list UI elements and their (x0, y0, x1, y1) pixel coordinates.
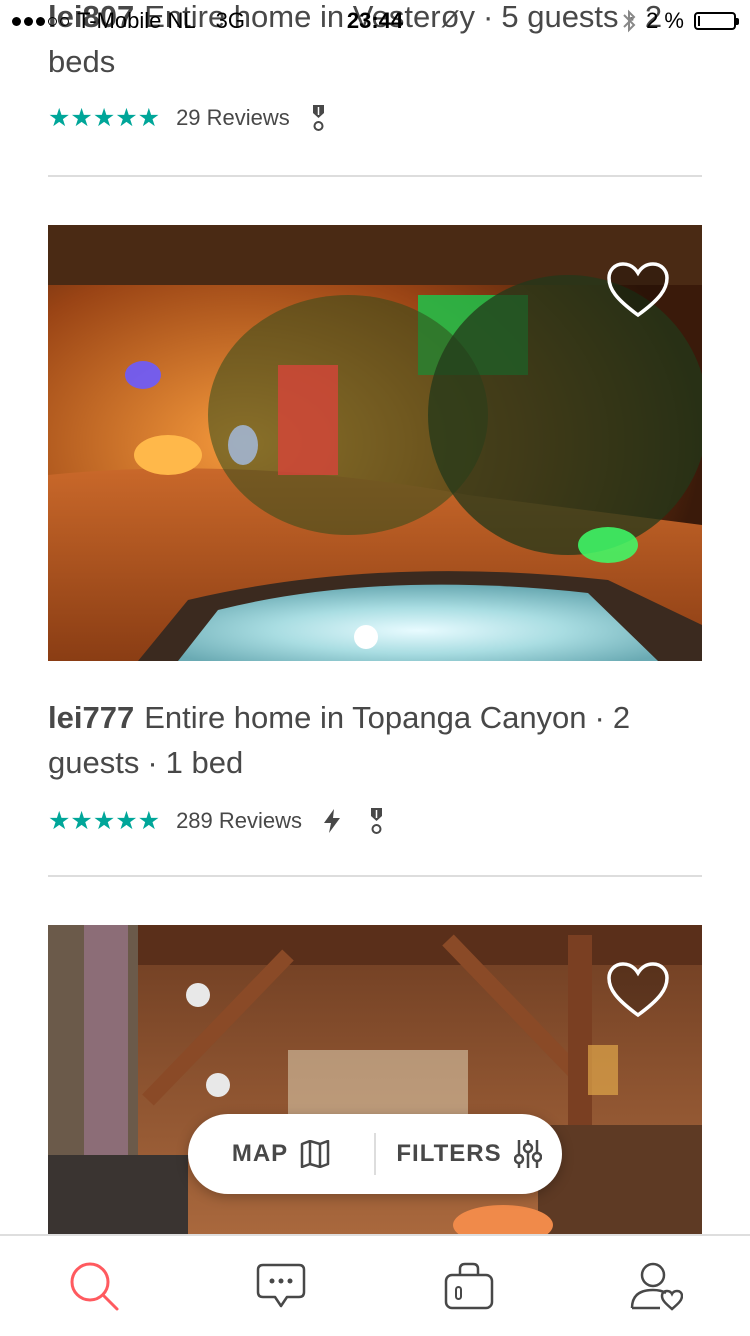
listing-card[interactable]: lei777Entire home in Topanga Canyon·2 gu… (48, 225, 702, 841)
battery-icon (694, 12, 736, 30)
filters-button[interactable]: FILTERS (376, 1139, 562, 1169)
bag-icon (443, 1261, 495, 1311)
status-bar: T-Mobile NL 3G 23:44 2 % (0, 0, 750, 42)
bottom-tab-bar (0, 1234, 750, 1336)
status-right: 2 % (622, 8, 736, 34)
favorite-heart-icon[interactable] (606, 261, 670, 319)
tab-messages[interactable] (188, 1236, 376, 1336)
map-icon (300, 1140, 330, 1168)
sliders-icon (514, 1139, 542, 1169)
messages-icon (255, 1262, 307, 1310)
listing-title[interactable]: lei777Entire home in Topanga Canyon·2 gu… (48, 695, 702, 785)
review-count: 289 Reviews (176, 808, 302, 834)
battery-percent: 2 % (646, 8, 684, 34)
listing-divider (48, 175, 702, 177)
star-rating: ★★★★★ (48, 103, 160, 133)
instant-book-lightning-icon (322, 808, 342, 834)
review-count: 29 Reviews (176, 105, 290, 131)
map-button[interactable]: MAP (188, 1140, 374, 1168)
search-icon (68, 1260, 120, 1312)
profile-icon (629, 1260, 683, 1312)
listing-photo[interactable] (48, 225, 702, 661)
rating-row: ★★★★★ 29 Reviews (48, 98, 702, 138)
badge-icon (368, 806, 384, 836)
map-filters-pill: MAP FILTERS (188, 1114, 562, 1194)
star-rating: ★★★★★ (48, 806, 160, 836)
cave-interior-image (48, 225, 702, 661)
bluetooth-icon (622, 9, 636, 33)
filters-label: FILTERS (396, 1140, 501, 1168)
badge-icon (310, 103, 326, 133)
rating-row: ★★★★★ 289 Reviews (48, 801, 702, 841)
map-label: MAP (232, 1140, 288, 1168)
listing-beds: 1 bed (166, 745, 244, 780)
tab-trips[interactable] (375, 1236, 563, 1336)
listing-host: lei777 (48, 700, 134, 735)
listing-divider (48, 875, 702, 877)
favorite-heart-icon[interactable] (606, 961, 670, 1019)
tab-explore[interactable] (0, 1236, 188, 1336)
listing-description: Entire home in Topanga Canyon (144, 700, 586, 735)
tab-profile[interactable] (563, 1236, 750, 1336)
